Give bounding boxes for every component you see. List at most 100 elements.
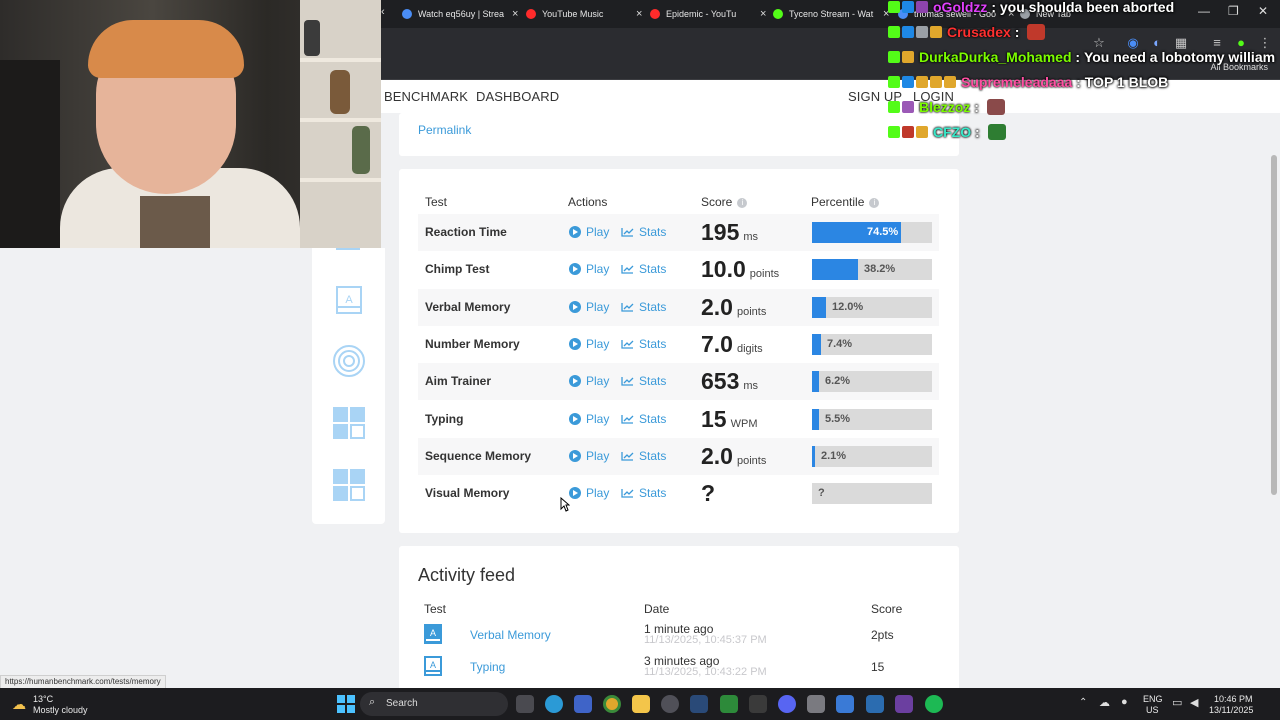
tab-scroll-left-icon[interactable]: ‹ (381, 6, 385, 18)
chrome-browser-icon[interactable] (603, 695, 621, 713)
play-icon (569, 487, 581, 499)
chat-message: Blezzoz : (888, 96, 1005, 118)
page-scrollbar-thumb[interactable] (1271, 155, 1277, 495)
stats-chart-icon (621, 415, 634, 424)
chat-message: Supremeleadaaa : TOP 1 BLOB (888, 71, 1168, 93)
play-button[interactable]: Play (569, 300, 609, 314)
feed-header-test: Test (424, 602, 447, 616)
browser-tab[interactable]: Tyceno Stream - Wat × (765, 3, 889, 25)
stats-button[interactable]: Stats (621, 262, 666, 276)
edge-browser-icon[interactable] (545, 695, 563, 713)
minimize-icon[interactable]: — (1198, 4, 1210, 18)
restore-icon[interactable]: ❐ (1228, 4, 1239, 18)
input-language[interactable]: ENG (1143, 694, 1163, 704)
epic-games-icon[interactable] (749, 695, 767, 713)
app-icon[interactable] (661, 695, 679, 713)
app-icon[interactable] (574, 695, 592, 713)
task-view-icon[interactable] (516, 695, 534, 713)
stats-button[interactable]: Stats (621, 374, 666, 388)
play-label: Play (586, 300, 610, 314)
steam-icon[interactable] (690, 695, 708, 713)
app-icon[interactable] (866, 695, 884, 713)
nav-brand-link[interactable]: BENCHMARK (384, 89, 468, 104)
browser-tab[interactable]: Epidemic - YouTu × (642, 3, 766, 25)
percentile-label: 74.5% (867, 226, 899, 238)
stats-label: Stats (639, 300, 667, 314)
feed-item-link[interactable]: Typing (470, 660, 505, 674)
percentile-fill (812, 259, 858, 280)
stats-button[interactable]: Stats (621, 486, 666, 500)
score-value: 15 WPM (701, 406, 757, 433)
stats-button[interactable]: Stats (621, 337, 666, 351)
score-number: ? (701, 480, 716, 506)
score-value: 2.0 points (701, 443, 766, 470)
play-button[interactable]: Play (569, 262, 609, 276)
clock-date[interactable]: 13/11/2025 (1209, 705, 1253, 715)
tray-cloud-icon[interactable]: ☁ (1099, 696, 1110, 709)
stats-chart-icon (621, 377, 634, 386)
file-explorer-icon[interactable] (632, 695, 650, 713)
stats-chart-icon (621, 452, 634, 461)
play-label: Play (586, 449, 610, 463)
play-icon (569, 263, 581, 275)
stats-button[interactable]: Stats (621, 225, 666, 239)
input-region[interactable]: US (1146, 705, 1159, 715)
score-value: 653 ms (701, 368, 758, 395)
grid-squares-icon[interactable] (332, 468, 366, 502)
windows-start-icon[interactable] (337, 695, 355, 713)
score-unit: digits (736, 343, 763, 355)
test-name: Number Memory (425, 337, 520, 351)
chat-badge-icon (930, 26, 942, 38)
close-window-icon[interactable]: ✕ (1258, 4, 1268, 18)
clock-time[interactable]: 10:46 PM (1214, 694, 1253, 704)
tab-title: Epidemic - YouTu (666, 9, 737, 19)
stats-button[interactable]: Stats (621, 412, 666, 426)
network-icon[interactable]: ▭ (1172, 696, 1182, 709)
play-button[interactable]: Play (569, 486, 609, 500)
score-value: ? (701, 480, 719, 507)
grid-squares-icon[interactable] (332, 406, 366, 440)
chat-badge-icon (916, 76, 928, 88)
stats-chart-icon (621, 265, 634, 274)
play-button[interactable]: Play (569, 374, 609, 388)
obs-icon[interactable] (895, 695, 913, 713)
aim-target-icon[interactable] (332, 344, 366, 378)
score-unit: points (736, 306, 767, 318)
browser-tab[interactable]: Watch eq56uy | Strea × (394, 3, 518, 25)
percentile-label: 6.2% (825, 375, 851, 387)
test-name: Chimp Test (425, 262, 490, 276)
xbox-icon[interactable] (720, 695, 738, 713)
play-button[interactable]: Play (569, 225, 609, 239)
weather-cloud-icon[interactable]: ☁ (12, 696, 26, 713)
spotify-icon[interactable] (925, 695, 943, 713)
stats-label: Stats (639, 412, 667, 426)
feed-item-link[interactable]: Verbal Memory (470, 628, 551, 642)
permalink-link[interactable]: Permalink (418, 123, 471, 137)
store-icon[interactable] (836, 695, 854, 713)
play-button[interactable]: Play (569, 337, 609, 351)
chat-emote-icon (986, 99, 1005, 115)
discord-icon[interactable] (778, 695, 796, 713)
nav-dashboard-link[interactable]: DASHBOARD (476, 89, 559, 104)
verbal-memory-icon[interactable]: A (332, 283, 366, 317)
stats-button[interactable]: Stats (621, 449, 666, 463)
percentile-bar: 7.4% (812, 334, 932, 355)
taskbar-search[interactable]: ⌕ Search (360, 692, 508, 716)
settings-icon[interactable] (807, 695, 825, 713)
stats-chart-icon (621, 340, 634, 349)
score-row: Typing Play Stats 15 WPM 5.5% (418, 401, 939, 438)
info-icon[interactable]: i (737, 198, 748, 208)
tray-chevron-icon[interactable]: ⌃ (1079, 697, 1087, 708)
activity-feed-title: Activity feed (418, 565, 516, 585)
info-icon[interactable]: i (869, 198, 880, 208)
score-row: Visual Memory Play Stats?? (418, 475, 939, 512)
tab-favicon-icon (402, 9, 412, 19)
column-header-percentile: Percentile i (811, 195, 880, 209)
play-button[interactable]: Play (569, 449, 609, 463)
volume-icon[interactable]: ◀ (1190, 696, 1198, 709)
play-button[interactable]: Play (569, 412, 609, 426)
score-number: 653 (701, 368, 740, 394)
tray-mic-icon[interactable]: ● (1121, 696, 1128, 708)
browser-tab[interactable]: YouTube Music × (518, 3, 642, 25)
stats-button[interactable]: Stats (621, 300, 666, 314)
